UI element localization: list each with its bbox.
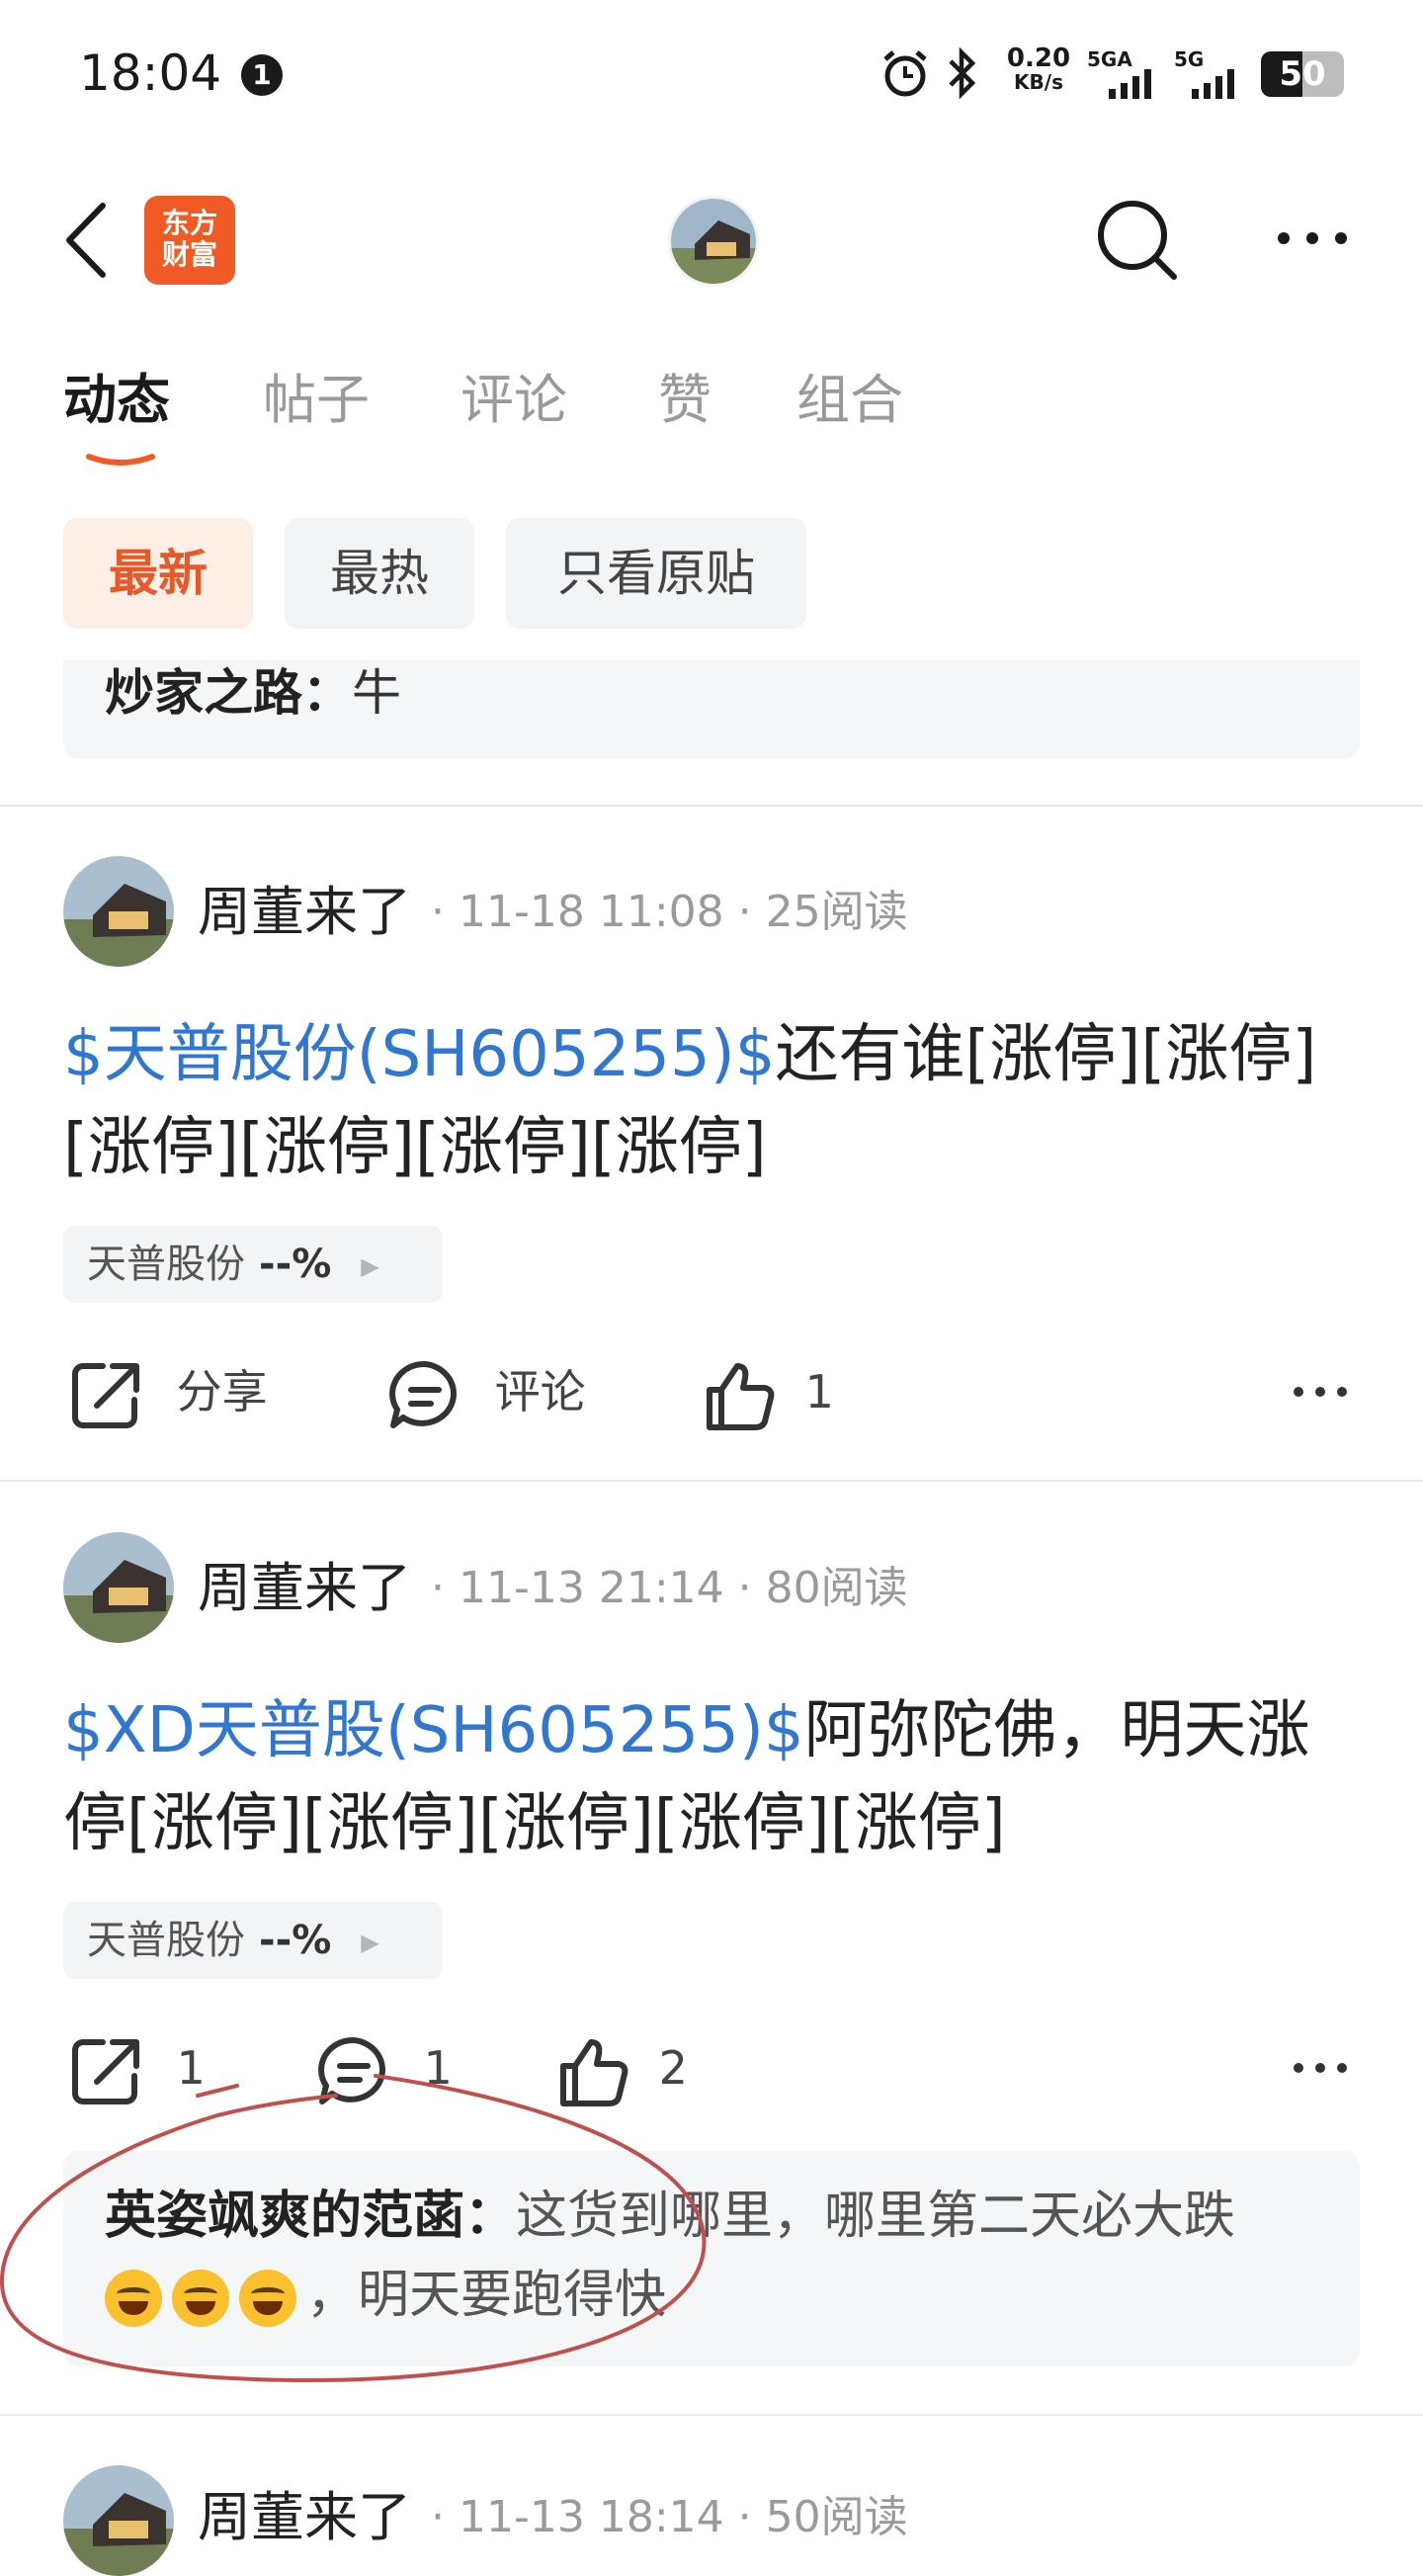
status-time: 18:04 [79,44,222,102]
hand-drawn-annotation [0,2074,707,2383]
stock-chip[interactable]: 天普股份 --% ▶ [63,1902,443,1979]
bluetooth-icon [949,46,976,100]
post-author[interactable]: 周董来了 [198,878,411,947]
alarm-icon [883,50,927,97]
divider [0,1480,1423,1482]
tab-portfolio[interactable]: 组合 [796,366,903,435]
battery-indicator: 50 [1261,51,1344,97]
post-meta: · 11-13 21:14 · 80阅读 [431,1563,908,1613]
network-speed: 0.20 KB/s [1006,43,1071,94]
post-more-icon[interactable] [1291,1382,1350,1402]
quote-text: 牛 [352,664,401,722]
share-icon [72,1362,139,1428]
filter-original-only[interactable]: 只看原贴 [506,518,806,629]
avatar[interactable] [63,856,174,967]
stock-chip[interactable]: 天普股份 --% ▶ [63,1226,443,1303]
signal-5ga: 5GA [1087,47,1160,103]
post-author[interactable]: 周董来了 [198,1554,411,1623]
signal-bars-icon [1109,69,1151,99]
avatar[interactable] [63,1532,174,1643]
post-content[interactable]: $天普股份(SH605255)$还有谁[涨停][涨停] [涨停][涨停][涨停][… [63,1008,1358,1194]
tab-comments[interactable]: 评论 [460,366,567,435]
divider [0,2414,1423,2416]
signal-5g: 5G [1174,47,1247,103]
profile-avatar[interactable] [668,196,759,287]
search-icon[interactable] [1093,196,1182,285]
tab-posts[interactable]: 帖子 [263,366,370,435]
share-button[interactable]: 分享 [67,1352,268,1431]
post-meta: · 11-13 18:14 · 50阅读 [431,2492,908,2542]
tab-dynamic[interactable]: 动态 [63,366,170,435]
filter-latest[interactable]: 最新 [63,518,253,629]
signal-bars-icon [1192,69,1234,99]
app-logo[interactable]: 东方 财富 [144,196,235,285]
quote-author[interactable]: 炒家之路： [105,664,352,722]
active-tab-indicator [86,454,155,466]
comment-button[interactable]: 评论 [385,1352,586,1431]
divider [0,805,1423,807]
thumbs-up-icon [707,1362,775,1430]
filter-hottest[interactable]: 最热 [285,518,474,629]
post-author[interactable]: 周董来了 [198,2483,411,2552]
stock-link[interactable]: $天普股份(SH605255)$ [63,1018,775,1091]
comment-icon [389,1360,457,1428]
tab-likes[interactable]: 赞 [658,366,712,435]
quoted-comment-card[interactable]: 炒家之路：牛 [63,660,1360,759]
post-more-icon[interactable] [1291,2058,1350,2078]
post-meta: · 11-18 11:08 · 25阅读 [431,887,908,937]
like-button[interactable]: 1 [702,1352,834,1431]
play-arrow-icon: ▶ [361,1252,379,1280]
stock-link[interactable]: $XD天普股(SH605255)$ [63,1694,804,1767]
play-arrow-icon: ▶ [361,1929,379,1956]
back-icon[interactable] [59,198,115,283]
more-icon[interactable] [1275,227,1350,249]
post-content[interactable]: $XD天普股(SH605255)$阿弥陀佛，明天涨 停[涨停][涨停][涨停][涨… [63,1684,1358,1870]
avatar[interactable] [63,2465,174,2576]
notification-badge: 1 [241,54,283,96]
